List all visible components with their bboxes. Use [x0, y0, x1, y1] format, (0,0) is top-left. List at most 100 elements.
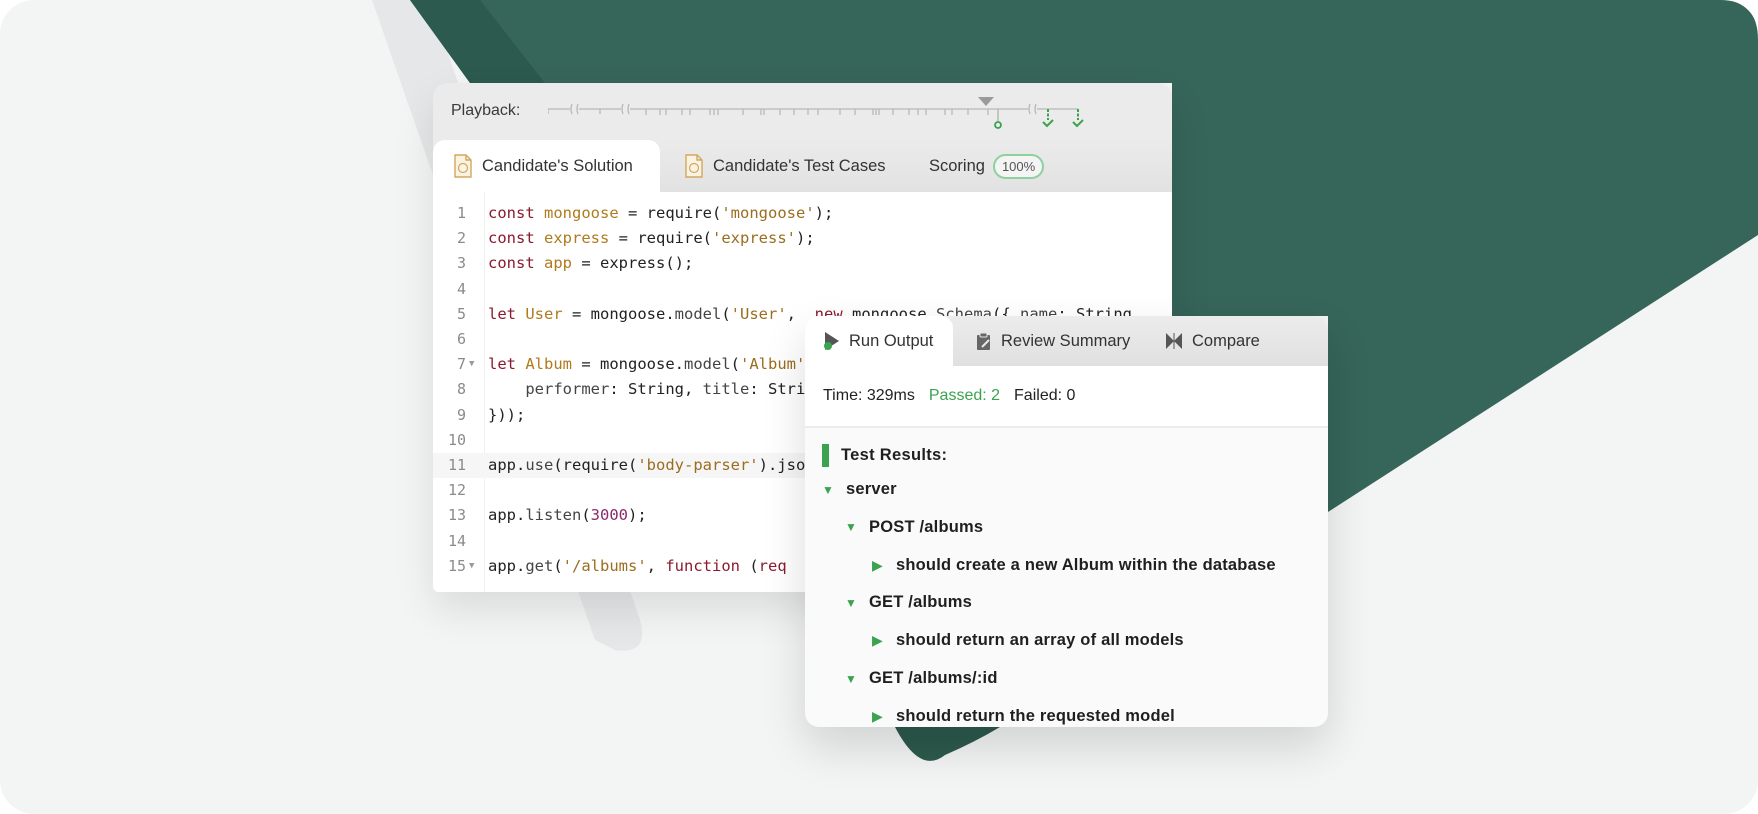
expand-arrow-icon[interactable]: ▼: [822, 483, 834, 497]
code-token: app: [544, 254, 573, 273]
expand-arrow-icon[interactable]: ▼: [845, 672, 857, 686]
tree-label: server: [846, 480, 897, 498]
code-token: : String,: [609, 380, 703, 399]
tree-label: should return the requested model: [896, 706, 1175, 725]
tab-label: Run Output: [849, 331, 934, 350]
pass-check-icon[interactable]: [1072, 119, 1084, 128]
run-marker-icon[interactable]: [994, 121, 1002, 129]
code-text: const express = require('express');: [488, 226, 815, 251]
expand-arrow-icon[interactable]: ▼: [845, 596, 857, 610]
code-text: let Album = mongoose.model('Album': [488, 352, 805, 377]
code-token: mongoose: [544, 204, 619, 222]
code-token: (: [721, 304, 731, 323]
background-canvas: Playback: Candidate's Solution Candidate…: [0, 0, 1758, 814]
code-token: 'mongoose': [721, 204, 815, 222]
test-results-heading: Test Results:: [822, 444, 947, 467]
line-number: 13: [447, 506, 466, 525]
line-number: 3: [456, 254, 466, 273]
code-token: app.: [488, 456, 526, 474]
code-text: performer: String, title: String: [488, 377, 824, 402]
code-token: User: [525, 304, 563, 323]
code-line[interactable]: 3 const app = express();: [433, 251, 1172, 276]
line-number: 7: [456, 355, 466, 374]
code-token: use: [525, 456, 554, 474]
fold-arrow-icon[interactable]: ▼: [469, 352, 474, 377]
play-arrow-icon[interactable]: ▶: [872, 557, 884, 574]
line-number: 11: [447, 456, 466, 474]
tab-label: Compare: [1192, 331, 1260, 350]
line-number: 5: [456, 304, 466, 323]
run-icon: [824, 332, 839, 350]
tab-label: Scoring: [929, 156, 985, 175]
tab-compare[interactable]: Compare: [1165, 316, 1260, 366]
code-token: title: [702, 380, 750, 399]
failed-count: Failed: 0: [1014, 387, 1076, 404]
code-token: 'body-parser': [637, 456, 759, 474]
code-token: model: [674, 304, 722, 323]
line-number: 4: [456, 279, 466, 298]
code-token: 'express': [712, 229, 796, 248]
test-group[interactable]: ▼ GET /albums/:id: [845, 669, 998, 688]
bg-bottom-blob: [895, 727, 1000, 761]
play-arrow-icon[interactable]: ▶: [872, 708, 884, 725]
code-token: ,: [646, 556, 666, 575]
code-token: Album: [525, 355, 573, 374]
code-token: app.: [488, 506, 526, 525]
run-stats: Time: 329ms Passed: 2 Failed: 0: [805, 366, 1328, 428]
test-case[interactable]: ▶ should return an array of all models: [872, 631, 1184, 650]
code-token: (: [553, 556, 563, 575]
expand-arrow-icon[interactable]: ▼: [845, 520, 857, 534]
test-group[interactable]: ▼ server: [822, 480, 897, 499]
fold-arrow-icon[interactable]: ▼: [469, 554, 474, 579]
line-number: 6: [456, 330, 466, 348]
code-line[interactable]: 2 const express = require('express');: [433, 226, 1172, 251]
tree-label: GET /albums: [869, 593, 973, 612]
code-text: const app = express();: [488, 251, 693, 276]
code-token: app.: [488, 556, 526, 575]
code-token: (: [581, 506, 591, 525]
code-token: 'User': [730, 304, 787, 323]
run-output-panel: Run Output Review Summary Compare Time: …: [805, 316, 1328, 727]
code-token: (: [730, 355, 741, 374]
tree-label: GET /albums/:id: [869, 669, 998, 687]
code-token: );: [796, 229, 815, 248]
tab-scoring[interactable]: Scoring 100%: [929, 140, 1045, 192]
code-token: listen: [525, 506, 582, 525]
pass-check-icon[interactable]: [1042, 119, 1054, 128]
tab-candidates-solution[interactable]: Candidate's Solution: [433, 140, 660, 192]
code-token: let: [488, 304, 516, 323]
line-number: 8: [456, 380, 466, 399]
test-group[interactable]: ▼ POST /albums: [845, 518, 983, 537]
tab-review-summary[interactable]: Review Summary: [976, 316, 1130, 366]
code-token: let: [488, 355, 516, 374]
clipboard-icon: [977, 332, 990, 350]
playback-position-handle[interactable]: [978, 97, 994, 106]
playback-timeline[interactable]: [548, 93, 1108, 133]
code-token: get: [525, 556, 554, 575]
tree-label: should create a new Album within the dat…: [896, 555, 1276, 574]
code-token: 3000: [590, 506, 628, 525]
tab-candidates-test-cases[interactable]: Candidate's Test Cases: [684, 140, 886, 192]
play-arrow-icon[interactable]: ▶: [872, 632, 884, 649]
js-file-icon: [454, 154, 472, 178]
code-token: '/albums': [562, 556, 647, 575]
code-token: req: [758, 556, 787, 575]
code-line[interactable]: 4: [433, 277, 1172, 302]
code-token: const: [488, 229, 535, 248]
test-case[interactable]: ▶ should create a new Album within the da…: [872, 556, 1276, 575]
code-token: );: [814, 204, 834, 222]
test-group[interactable]: ▼ GET /albums: [845, 593, 972, 612]
compare-icon: [1166, 333, 1182, 349]
code-token: = mongoose.: [572, 355, 684, 374]
output-tabs: Run Output Review Summary Compare: [805, 316, 1328, 366]
code-token: 'Album': [740, 355, 806, 374]
tab-run-output[interactable]: Run Output: [805, 316, 953, 366]
test-case[interactable]: ▶ should return the requested model: [872, 707, 1175, 726]
test-results: Test Results: ▼ server ▼ POST /albums ▶ shoul…: [805, 430, 1328, 727]
code-line[interactable]: 1 const mongoose = require('mongoose');: [433, 201, 1172, 226]
